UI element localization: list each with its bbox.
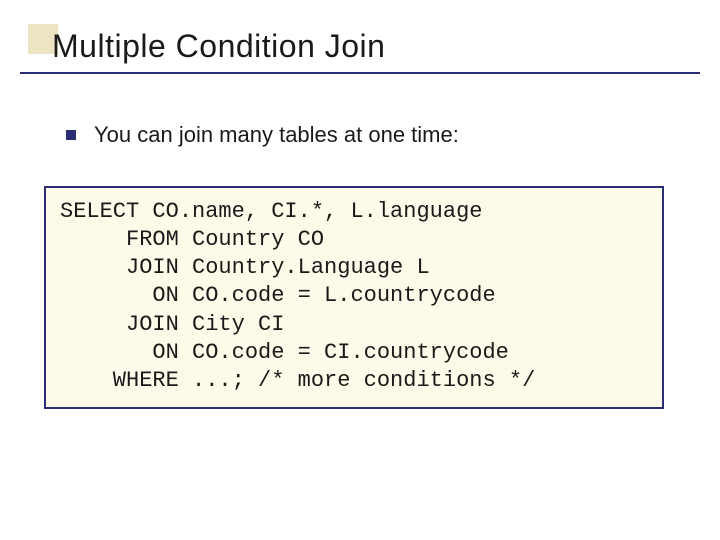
title-underline: [20, 72, 700, 74]
sql-code: SELECT CO.name, CI.*, L.language FROM Co…: [60, 198, 648, 395]
bullet-square-icon: [66, 130, 76, 140]
code-line-6: ON CO.code = CI.countrycode: [60, 340, 509, 365]
code-line-7: WHERE ...; /* more conditions */: [60, 368, 535, 393]
code-line-3: JOIN Country.Language L: [60, 255, 430, 280]
code-line-2: FROM Country CO: [60, 227, 324, 252]
code-line-5: JOIN City CI: [60, 312, 284, 337]
bullet-text: You can join many tables at one time:: [94, 122, 459, 148]
slide-title: Multiple Condition Join: [52, 28, 385, 65]
bullet-row: You can join many tables at one time:: [66, 122, 459, 148]
code-line-4: ON CO.code = L.countrycode: [60, 283, 496, 308]
code-line-1: SELECT CO.name, CI.*, L.language: [60, 199, 482, 224]
sql-code-box: SELECT CO.name, CI.*, L.language FROM Co…: [44, 186, 664, 409]
slide: Multiple Condition Join You can join man…: [0, 0, 720, 540]
